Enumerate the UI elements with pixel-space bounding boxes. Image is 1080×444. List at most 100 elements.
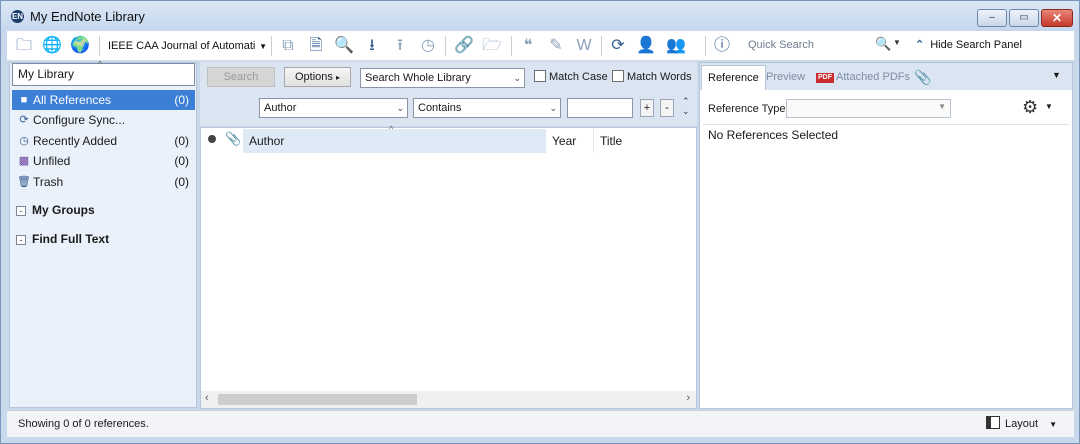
toolbar-separator: [99, 36, 100, 56]
open-link-icon[interactable]: 🔗: [453, 35, 475, 57]
match-case-checkbox[interactable]: Match Case: [534, 70, 608, 84]
horizontal-scrollbar[interactable]: ‹ ›: [201, 391, 696, 408]
chevron-down-icon: ⌄: [549, 103, 557, 113]
search-icon[interactable]: 🔍: [875, 36, 891, 52]
maximize-button[interactable]: ▭: [1009, 9, 1039, 27]
checkbox-box: [612, 70, 624, 82]
scroll-right-icon[interactable]: ›: [686, 392, 690, 404]
group-count: (0): [174, 154, 189, 168]
import-icon[interactable]: ⭳: [361, 35, 383, 57]
search-button[interactable]: Search: [207, 67, 275, 87]
group-count: (0): [174, 175, 189, 189]
add-search-row-button[interactable]: +: [640, 99, 654, 117]
my-groups-header[interactable]: - My Groups: [16, 201, 95, 219]
chevron-down-icon: ⌄: [513, 73, 521, 83]
sync-icon: ⟳: [19, 114, 29, 126]
tab-reference[interactable]: Reference: [701, 65, 766, 90]
match-words-label: Match Words: [627, 71, 692, 83]
quick-search-input[interactable]: Quick Search: [748, 39, 814, 51]
format-bibliography-icon[interactable]: ✎: [545, 35, 567, 57]
paperclip-icon[interactable]: 📎: [225, 131, 241, 147]
output-style-select[interactable]: IEEE CAA Journal of Automati ▼: [107, 38, 269, 55]
layout-icon: [986, 416, 1000, 429]
trash-icon: 🗑: [17, 176, 31, 188]
search-options-dropdown-icon[interactable]: ▼: [893, 38, 901, 47]
scroll-rows-arrows-icon[interactable]: ⌃ ⌄: [682, 96, 690, 116]
copy-to-library-icon[interactable]: ⧉: [277, 35, 299, 57]
search-value-input[interactable]: [567, 98, 633, 118]
reference-details-pane: Reference Preview PDF Attached PDFs 📎 ▼ R…: [699, 62, 1073, 409]
toolbar-separator: [705, 36, 706, 56]
search-operator-select[interactable]: Contains ⌄: [413, 98, 561, 118]
search-field-select[interactable]: Author ⌄: [259, 98, 408, 118]
hide-search-panel-button[interactable]: ⌃ Hide Search Panel: [915, 38, 1022, 51]
export-icon[interactable]: ⭱: [389, 35, 411, 57]
sync-icon[interactable]: ⟳: [607, 35, 629, 57]
column-header-year[interactable]: Year: [546, 129, 594, 153]
group-unfiled[interactable]: ▩ Unfiled (0): [12, 151, 195, 171]
search-panel: Search Options ▸ Search Whole Library ⌄ …: [200, 62, 697, 126]
all-references-icon: ■: [20, 94, 28, 106]
collapse-caret-icon: ^: [98, 59, 103, 69]
find-full-text-label: Find Full Text: [32, 232, 110, 246]
search-field-value: Author: [264, 102, 297, 114]
share-library-icon[interactable]: 👤: [635, 35, 657, 57]
scrollbar-thumb[interactable]: [218, 394, 417, 405]
help-icon[interactable]: ⓘ: [711, 35, 733, 57]
scroll-left-icon[interactable]: ‹: [205, 392, 209, 404]
read-status-dot-icon[interactable]: [208, 135, 216, 143]
my-groups-label: My Groups: [32, 203, 95, 217]
double-chevron-up-icon: ⌃: [915, 39, 925, 51]
tab-attached-pdfs[interactable]: PDF Attached PDFs: [810, 65, 916, 90]
groups-pane: My Library ^ ■ All References (0) ⟳ Conf…: [9, 59, 197, 408]
collapse-minus-icon[interactable]: -: [16, 234, 26, 245]
insert-citation-icon[interactable]: ❝: [517, 35, 539, 57]
open-file-icon[interactable]: 🗁: [481, 35, 503, 57]
endnote-logo-icon: EN: [11, 10, 24, 23]
group-label: Configure Sync...: [33, 113, 126, 127]
gear-menu-dropdown-icon[interactable]: ▼: [1045, 102, 1053, 111]
collapse-minus-icon[interactable]: -: [16, 205, 26, 216]
find-full-text-header[interactable]: - Find Full Text: [16, 230, 109, 248]
group-label: Unfiled: [33, 154, 71, 168]
library-name-box[interactable]: My Library: [12, 63, 195, 86]
tab-preview[interactable]: Preview: [760, 65, 811, 90]
integrated-library-mode-icon[interactable]: 🌍: [69, 35, 91, 57]
find-full-text-icon[interactable]: ◷: [417, 35, 439, 57]
group-all-references[interactable]: ■ All References (0): [12, 90, 195, 110]
search-operator-value: Contains: [418, 102, 462, 114]
window-title: My EndNote Library: [30, 9, 145, 24]
hide-search-panel-label: Hide Search Panel: [930, 39, 1022, 51]
references-list: 📎 Author ^ Year Title ‹ ›: [200, 124, 697, 409]
return-to-word-icon[interactable]: W: [573, 35, 595, 57]
group-count: (0): [174, 93, 189, 107]
layout-button[interactable]: Layout ▼: [986, 416, 1057, 433]
remove-search-row-button[interactable]: -: [660, 99, 674, 117]
share-group-icon[interactable]: 👥: [665, 35, 687, 57]
new-reference-icon[interactable]: 🗎: [305, 35, 327, 57]
group-recently-added[interactable]: ◷ Recently Added (0): [12, 131, 195, 151]
chevron-down-icon: ▼: [1049, 420, 1058, 429]
layout-label: Layout: [1005, 418, 1039, 430]
group-trash[interactable]: 🗑 Trash (0): [12, 172, 195, 192]
options-button[interactable]: Options ▸: [284, 67, 351, 87]
match-words-checkbox[interactable]: Match Words: [612, 70, 692, 84]
attach-file-paperclip-icon[interactable]: 📎: [908, 65, 937, 90]
gear-icon[interactable]: ⚙: [1022, 97, 1038, 118]
status-text: Showing 0 of 0 references.: [18, 418, 149, 430]
column-header-author[interactable]: Author: [243, 129, 546, 153]
local-library-mode-icon[interactable]: 🗀: [13, 35, 35, 57]
attached-pdfs-label: Attached PDFs: [836, 71, 910, 83]
toolbar-separator: [601, 36, 602, 56]
online-search-icon[interactable]: 🔍: [333, 35, 355, 57]
panel-menu-dropdown-icon[interactable]: ▼: [1052, 70, 1061, 80]
checkbox-box: [534, 70, 546, 82]
close-button[interactable]: ✕: [1041, 9, 1073, 27]
group-configure-sync[interactable]: ⟳ Configure Sync...: [12, 110, 195, 130]
reference-type-select[interactable]: ▼: [786, 99, 951, 118]
column-header-title[interactable]: Title: [594, 129, 696, 153]
search-scope-select[interactable]: Search Whole Library ⌄: [360, 68, 525, 88]
endnote-window: EN My EndNote Library – ▭ ✕ 🗀 🌐 🌍 IEEE C…: [0, 0, 1080, 444]
online-search-mode-icon[interactable]: 🌐: [41, 35, 63, 57]
minimize-button[interactable]: –: [977, 9, 1007, 27]
